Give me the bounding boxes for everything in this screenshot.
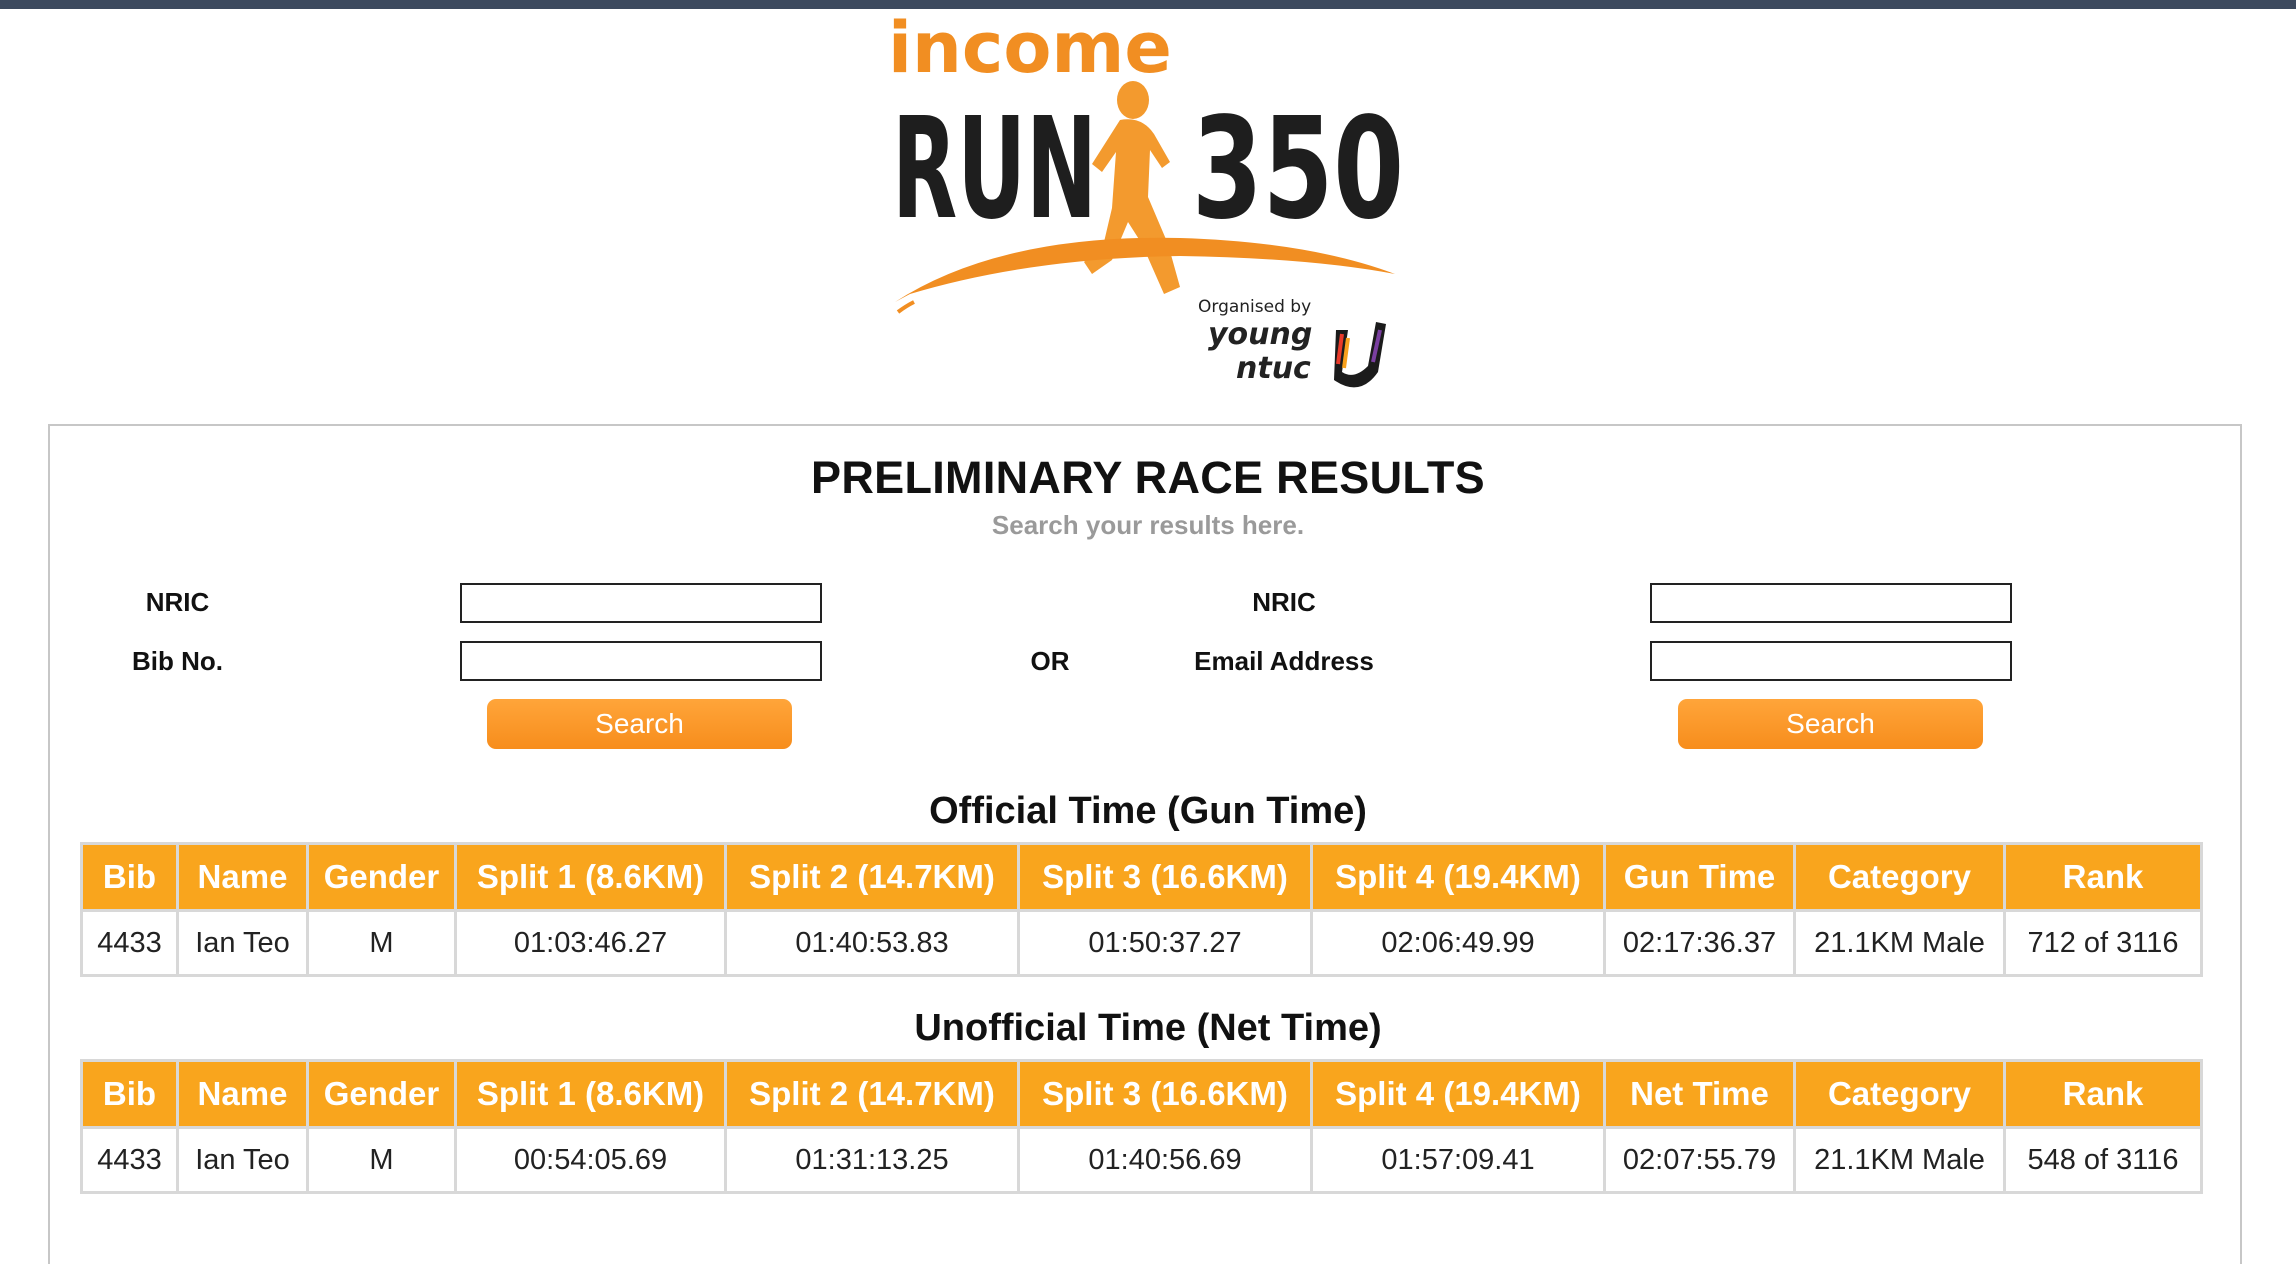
col-header-split2: Split 2 (14.7KM): [724, 842, 1020, 912]
cell-gender: M: [306, 909, 457, 977]
cell-bib: 4433: [80, 1126, 179, 1194]
col-header-split2: Split 2 (14.7KM): [724, 1059, 1020, 1129]
logo-organised-by: Organised by: [1198, 297, 1311, 317]
logo-brand-text: income: [888, 12, 1172, 89]
cell-split3: 01:50:37.27: [1017, 909, 1313, 977]
cell-name: Ian Teo: [176, 909, 309, 977]
page-title: PRELIMINARY RACE RESULTS: [811, 452, 1485, 503]
col-header-name: Name: [176, 1059, 309, 1129]
search-button-left[interactable]: Search: [487, 699, 792, 749]
table-row: 4433 Ian Teo M 01:03:46.27 01:40:53.83 0…: [80, 909, 2203, 977]
cell-name: Ian Teo: [176, 1126, 309, 1194]
col-header-split3: Split 3 (16.6KM): [1017, 842, 1313, 912]
table-header-row: Bib Name Gender Split 1 (8.6KM) Split 2 …: [80, 842, 2203, 912]
or-separator: OR: [1030, 646, 1070, 676]
unofficial-time-title: Unofficial Time (Net Time): [914, 1007, 1382, 1049]
nric-label-left: NRIC: [145, 587, 210, 617]
cell-category: 21.1KM Male: [1793, 1126, 2006, 1194]
cell-rank: 548 of 3116: [2003, 1126, 2203, 1194]
col-header-category: Category: [1793, 842, 2006, 912]
search-button-right[interactable]: Search: [1678, 699, 1983, 749]
logo-ntuc: ntuc: [1236, 351, 1311, 386]
col-header-net-time: Net Time: [1603, 1059, 1796, 1129]
logo-number-text: 350: [1192, 88, 1404, 251]
col-header-split4: Split 4 (19.4KM): [1310, 842, 1606, 912]
ntuc-u-icon: [1334, 322, 1386, 388]
col-header-gender: Gender: [306, 842, 457, 912]
col-header-split3: Split 3 (16.6KM): [1017, 1059, 1313, 1129]
table-row: 4433 Ian Teo M 00:54:05.69 01:31:13.25 0…: [80, 1126, 2203, 1194]
col-header-split4: Split 4 (19.4KM): [1310, 1059, 1606, 1129]
col-header-rank: Rank: [2003, 1059, 2203, 1129]
cell-gender: M: [306, 1126, 457, 1194]
col-header-bib: Bib: [80, 1059, 179, 1129]
table-header-row: Bib Name Gender Split 1 (8.6KM) Split 2 …: [80, 1059, 2203, 1129]
cell-split4: 02:06:49.99: [1310, 909, 1606, 977]
logo-run-text: RUN: [892, 88, 1097, 251]
col-header-gun-time: Gun Time: [1603, 842, 1796, 912]
official-results-table: Bib Name Gender Split 1 (8.6KM) Split 2 …: [80, 842, 2203, 977]
cell-split1: 00:54:05.69: [454, 1126, 727, 1194]
bib-label: Bib No.: [132, 646, 223, 676]
col-header-split1: Split 1 (8.6KM): [454, 1059, 727, 1129]
email-label: Email Address: [1194, 646, 1374, 676]
cell-category: 21.1KM Male: [1793, 909, 2006, 977]
page-subtitle: Search your results here.: [991, 510, 1305, 540]
col-header-gender: Gender: [306, 1059, 457, 1129]
col-header-bib: Bib: [80, 842, 179, 912]
email-input[interactable]: [1650, 641, 2012, 681]
cell-split3: 01:40:56.69: [1017, 1126, 1313, 1194]
income-run-350-logo: income RUN 350 Organised by young ntuc: [880, 12, 1420, 390]
logo-young: young: [1208, 317, 1312, 352]
cell-split4: 01:57:09.41: [1310, 1126, 1606, 1194]
cell-bib: 4433: [80, 909, 179, 977]
col-header-rank: Rank: [2003, 842, 2203, 912]
nric-input-right[interactable]: [1650, 583, 2012, 623]
top-bar: [0, 0, 2296, 9]
runner-icon: [1084, 81, 1180, 294]
col-header-name: Name: [176, 842, 309, 912]
nric-input-left[interactable]: [460, 583, 822, 623]
official-time-title: Official Time (Gun Time): [929, 790, 1367, 832]
cell-rank: 712 of 3116: [2003, 909, 2203, 977]
cell-gun-time: 02:17:36.37: [1603, 909, 1796, 977]
cell-net-time: 02:07:55.79: [1603, 1126, 1796, 1194]
nric-label-right: NRIC: [1252, 587, 1316, 617]
cell-split2: 01:40:53.83: [724, 909, 1020, 977]
col-header-category: Category: [1793, 1059, 2006, 1129]
unofficial-results-table: Bib Name Gender Split 1 (8.6KM) Split 2 …: [80, 1059, 2203, 1194]
cell-split1: 01:03:46.27: [454, 909, 727, 977]
bib-input[interactable]: [460, 641, 822, 681]
cell-split2: 01:31:13.25: [724, 1126, 1020, 1194]
col-header-split1: Split 1 (8.6KM): [454, 842, 727, 912]
